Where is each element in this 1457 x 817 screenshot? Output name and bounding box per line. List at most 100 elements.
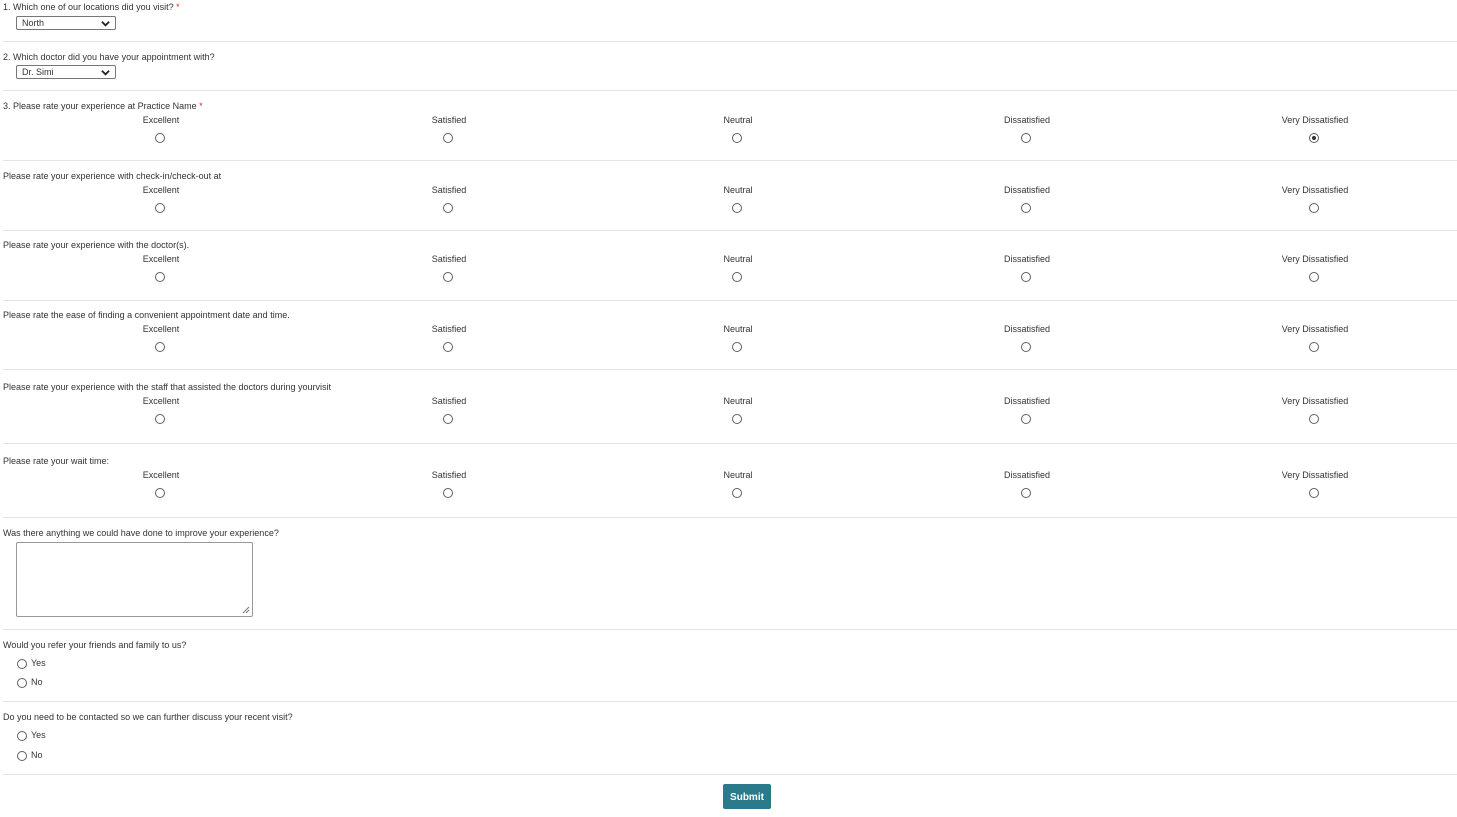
rating-question-label: Please rate your experience with the sta… [3, 382, 331, 392]
rating-option-dissatisfied[interactable]: Dissatisfied [967, 470, 1087, 480]
rating-option-dissatisfied[interactable]: Dissatisfied [967, 115, 1087, 125]
rating-question-text: Please rate your experience with the sta… [3, 382, 332, 392]
rating-question-label: Please rate your wait time: [3, 456, 109, 466]
rating-option-satisfied[interactable]: Satisfied [389, 396, 509, 406]
rating-option-neutral[interactable]: Neutral [678, 254, 798, 264]
rating-radio[interactable] [155, 488, 165, 498]
rating-option-dissatisfied[interactable]: Dissatisfied [967, 396, 1087, 406]
rating-question-label: Please rate your experience with the doc… [3, 240, 189, 250]
rating-option-satisfied[interactable]: Satisfied [389, 470, 509, 480]
rating-radio[interactable] [1309, 133, 1319, 143]
rating-option-label: Dissatisfied [1003, 396, 1050, 406]
rating-radio[interactable] [1309, 488, 1319, 498]
rating-option-neutral[interactable]: Neutral [678, 396, 798, 406]
rating-option-label: Dissatisfied [1003, 115, 1050, 125]
rating-option-label: Very Dissatisfied [1281, 324, 1349, 334]
rating-option-label: Very Dissatisfied [1281, 254, 1349, 264]
rating-option-excellent[interactable]: Excellent [101, 185, 221, 195]
refer-yes-radio[interactable] [17, 659, 27, 669]
rating-radio[interactable] [1021, 488, 1031, 498]
rating-option-label: Excellent [142, 115, 180, 125]
rating-option-excellent[interactable]: Excellent [101, 396, 221, 406]
rating-option-neutral[interactable]: Neutral [678, 324, 798, 334]
rating-question-text: Please rate your wait time: [3, 456, 110, 466]
rating-radio[interactable] [732, 133, 742, 143]
rating-option-very-dissatisfied[interactable]: Very Dissatisfied [1255, 324, 1375, 334]
rating-radio[interactable] [1021, 133, 1031, 143]
rating-option-excellent[interactable]: Excellent [101, 115, 221, 125]
rating-radio[interactable] [443, 133, 453, 143]
rating-option-excellent[interactable]: Excellent [101, 470, 221, 480]
chevron-down-icon [101, 21, 110, 27]
rating-option-neutral[interactable]: Neutral [678, 185, 798, 195]
rating-radio[interactable] [155, 272, 165, 282]
rating-radio[interactable] [732, 272, 742, 282]
rating-radio[interactable] [443, 272, 453, 282]
rating-radio[interactable] [1021, 272, 1031, 282]
improve-textarea[interactable] [16, 542, 253, 617]
submit-button[interactable]: Submit [723, 784, 771, 809]
rating-option-label: Dissatisfied [1003, 185, 1050, 195]
rating-option-neutral[interactable]: Neutral [678, 470, 798, 480]
rating-radio[interactable] [1021, 414, 1031, 424]
contact-no-radio[interactable] [17, 751, 27, 761]
contact-no-label: No [31, 750, 43, 760]
rating-option-neutral[interactable]: Neutral [678, 115, 798, 125]
rating-option-very-dissatisfied[interactable]: Very Dissatisfied [1255, 185, 1375, 195]
rating-option-label: Neutral [723, 324, 753, 334]
rating-radio[interactable] [1021, 203, 1031, 213]
rating-question-text: Please rate your experience with check-i… [3, 171, 222, 181]
rating-radio[interactable] [732, 342, 742, 352]
rating-option-very-dissatisfied[interactable]: Very Dissatisfied [1255, 254, 1375, 264]
rating-radio[interactable] [155, 203, 165, 213]
rating-option-satisfied[interactable]: Satisfied [389, 185, 509, 195]
rating-option-dissatisfied[interactable]: Dissatisfied [967, 324, 1087, 334]
refer-no-radio[interactable] [17, 678, 27, 688]
rating-radio[interactable] [1309, 272, 1319, 282]
rating-option-satisfied[interactable]: Satisfied [389, 254, 509, 264]
rating-radio[interactable] [1309, 342, 1319, 352]
rating-option-excellent[interactable]: Excellent [101, 324, 221, 334]
rating-option-satisfied[interactable]: Satisfied [389, 324, 509, 334]
rating-radio[interactable] [443, 203, 453, 213]
rating-radio[interactable] [732, 203, 742, 213]
required-marker: * [199, 101, 203, 111]
rating-radio[interactable] [732, 488, 742, 498]
rating-option-satisfied[interactable]: Satisfied [389, 115, 509, 125]
rating-option-label: Excellent [142, 324, 180, 334]
rating-radio[interactable] [1309, 414, 1319, 424]
rating-option-dissatisfied[interactable]: Dissatisfied [967, 185, 1087, 195]
rating-option-label: Very Dissatisfied [1281, 115, 1349, 125]
rating-radio[interactable] [443, 414, 453, 424]
rating-option-label: Very Dissatisfied [1281, 396, 1349, 406]
rating-option-excellent[interactable]: Excellent [101, 254, 221, 264]
rating-radio[interactable] [732, 414, 742, 424]
rating-radio[interactable] [155, 342, 165, 352]
rating-radio[interactable] [443, 488, 453, 498]
rating-option-label: Very Dissatisfied [1281, 470, 1349, 480]
doctor-select[interactable]: Dr. Simi [16, 65, 116, 79]
rating-radio[interactable] [155, 414, 165, 424]
divider [3, 774, 1457, 775]
rating-option-very-dissatisfied[interactable]: Very Dissatisfied [1255, 115, 1375, 125]
rating-radio[interactable] [1021, 342, 1031, 352]
location-select-value: North [22, 18, 45, 28]
contact-label: Do you need to be contacted so we can fu… [3, 712, 293, 722]
rating-option-label: Satisfied [431, 470, 467, 480]
contact-yes-radio[interactable] [17, 731, 27, 741]
contact-yes-label: Yes [31, 730, 46, 740]
refer-label: Would you refer your friends and family … [3, 640, 187, 650]
chevron-down-icon [101, 70, 110, 76]
rating-radio[interactable] [1309, 203, 1319, 213]
location-select[interactable]: North [16, 16, 116, 30]
rating-option-label: Neutral [723, 396, 753, 406]
rating-radio[interactable] [443, 342, 453, 352]
rating-question-label: Please rate the ease of finding a conven… [3, 310, 290, 320]
rating-option-dissatisfied[interactable]: Dissatisfied [967, 254, 1087, 264]
refer-yes-label: Yes [31, 658, 46, 668]
rating-radio[interactable] [155, 133, 165, 143]
rating-option-very-dissatisfied[interactable]: Very Dissatisfied [1255, 470, 1375, 480]
divider [3, 300, 1457, 301]
resize-grip-icon[interactable] [242, 606, 250, 614]
rating-option-very-dissatisfied[interactable]: Very Dissatisfied [1255, 396, 1375, 406]
